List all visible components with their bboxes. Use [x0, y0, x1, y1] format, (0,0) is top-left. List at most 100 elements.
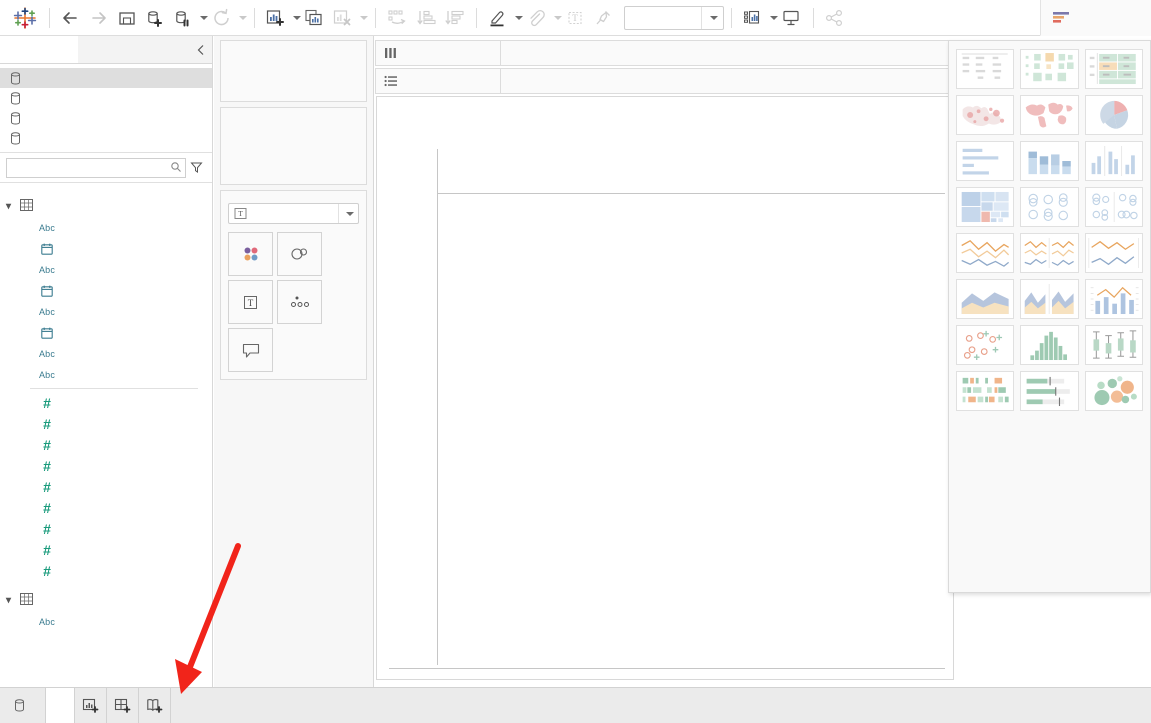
swap-rows-columns-button[interactable]	[383, 3, 413, 33]
pause-data-updates-caret-icon[interactable]	[200, 16, 208, 20]
show-me-stacked-bars[interactable]	[1020, 141, 1078, 181]
highlight-button[interactable]	[484, 3, 512, 33]
chevron-down-icon[interactable]: ▾	[6, 201, 20, 212]
field-l-returnflag[interactable]: Abc	[0, 301, 212, 322]
tab-sheet-1[interactable]	[46, 688, 75, 723]
field-l-commitdate[interactable]	[0, 238, 212, 259]
field-l-receiptdate[interactable]	[0, 280, 212, 301]
sort-descending-button[interactable]	[441, 3, 469, 33]
presentation-mode-button[interactable]	[778, 3, 806, 33]
show-me-gantt[interactable]	[956, 371, 1014, 411]
show-hide-cards-button[interactable]	[739, 3, 767, 33]
show-me-lines-discrete[interactable]	[1020, 233, 1078, 273]
tab-data-source[interactable]	[0, 688, 46, 723]
fit-selector-arrow[interactable]	[701, 7, 723, 29]
field-l-extendedprice[interactable]: #	[0, 413, 212, 434]
refresh-data-source-button[interactable]	[208, 3, 236, 33]
show-me-lines-continuous[interactable]	[956, 233, 1014, 273]
show-me-dual-combination[interactable]	[1085, 279, 1143, 319]
save-button[interactable]	[113, 3, 141, 33]
field-lineitem-count[interactable]: #	[0, 560, 212, 581]
attach-caret-icon[interactable]	[554, 16, 562, 20]
data-source-item[interactable]	[0, 88, 212, 108]
columns-shelf[interactable]	[375, 40, 955, 66]
worksheet-view[interactable]	[376, 96, 954, 680]
fixed-axis-button[interactable]	[590, 3, 618, 33]
cards-caret-icon[interactable]	[770, 16, 778, 20]
show-me-histogram[interactable]	[1020, 325, 1078, 365]
mark-type-dropdown[interactable]: T	[228, 203, 359, 224]
marks-size-button[interactable]	[277, 232, 322, 276]
pages-card[interactable]	[220, 40, 367, 102]
show-me-button[interactable]	[1040, 0, 1151, 36]
show-me-side-by-side-circles[interactable]	[1085, 187, 1143, 227]
field-l-quantity[interactable]: #	[0, 497, 212, 518]
data-source-item[interactable]	[0, 68, 212, 88]
columns-shelf-dropzone[interactable]	[501, 41, 954, 65]
marks-color-button[interactable]	[228, 232, 273, 276]
field-l-linenumber[interactable]: #	[0, 434, 212, 455]
field-l-shipdate[interactable]	[0, 322, 212, 343]
field-l-linestatus[interactable]: Abc	[0, 259, 212, 280]
show-me-packed-bubbles[interactable]	[1085, 371, 1143, 411]
new-dashboard-button[interactable]	[107, 688, 139, 723]
field-l-orderkey[interactable]: #	[0, 455, 212, 476]
show-me-bullet-graphs[interactable]	[1020, 371, 1078, 411]
field-l-tax[interactable]: #	[0, 539, 212, 560]
mark-type-arrow[interactable]	[338, 204, 358, 223]
chevron-down-icon[interactable]: ▾	[6, 595, 20, 606]
show-me-pie[interactable]	[1085, 95, 1143, 135]
show-me-horizontal-bars[interactable]	[956, 141, 1014, 181]
sort-ascending-button[interactable]	[413, 3, 441, 33]
field-o-comment[interactable]: Abc	[0, 632, 212, 635]
clear-sheet-button[interactable]	[329, 3, 357, 33]
forward-button[interactable]	[85, 3, 113, 33]
new-worksheet-button[interactable]	[262, 3, 290, 33]
collapse-pane-button[interactable]	[189, 36, 212, 63]
show-me-area-continuous[interactable]	[956, 279, 1014, 319]
marks-text-button[interactable]: T	[228, 280, 273, 324]
group-by-button[interactable]	[211, 158, 213, 178]
field-o-clerk[interactable]: Abc	[0, 611, 212, 632]
show-me-highlight-table[interactable]	[1085, 49, 1143, 89]
share-button[interactable]	[821, 3, 851, 33]
field-l-shipmode[interactable]: Abc	[0, 364, 212, 385]
show-me-treemap[interactable]	[956, 187, 1014, 227]
rows-shelf[interactable]	[375, 68, 955, 94]
tab-analytics[interactable]	[78, 36, 189, 63]
table-header-lineitem[interactable]: ▾	[0, 195, 212, 217]
field-l-discount[interactable]: #	[0, 392, 212, 413]
text-tooltip-button[interactable]: T	[562, 3, 590, 33]
attach-button[interactable]	[523, 3, 551, 33]
fit-selector[interactable]	[624, 6, 724, 30]
show-me-box-and-whisker[interactable]	[1085, 325, 1143, 365]
show-me-side-by-side-bars[interactable]	[1085, 141, 1143, 181]
field-l-partkey[interactable]: #	[0, 476, 212, 497]
show-me-heat-map[interactable]	[1020, 49, 1078, 89]
tableau-logo-icon[interactable]	[12, 5, 38, 31]
refresh-caret-icon[interactable]	[239, 16, 247, 20]
clear-sheet-caret-icon[interactable]	[360, 16, 368, 20]
back-button[interactable]	[57, 3, 85, 33]
rows-shelf-dropzone[interactable]	[501, 69, 954, 93]
show-me-symbol-map[interactable]	[956, 95, 1014, 135]
new-data-source-button[interactable]	[141, 3, 169, 33]
new-worksheet-button[interactable]	[75, 688, 107, 723]
show-me-filled-map[interactable]	[1020, 95, 1078, 135]
highlight-caret-icon[interactable]	[515, 16, 523, 20]
data-source-item[interactable]	[0, 128, 212, 148]
filters-card[interactable]	[220, 107, 367, 185]
data-source-item[interactable]	[0, 108, 212, 128]
field-l-suppkey[interactable]: #	[0, 518, 212, 539]
table-header-orders[interactable]: ▾	[0, 589, 212, 611]
search-input[interactable]	[6, 158, 186, 178]
show-me-dual-lines[interactable]	[1085, 233, 1143, 273]
tab-data[interactable]	[0, 36, 78, 63]
show-me-scatter[interactable]	[956, 325, 1014, 365]
show-me-text-table[interactable]	[956, 49, 1014, 89]
pause-data-updates-button[interactable]	[169, 3, 197, 33]
duplicate-sheet-button[interactable]	[301, 3, 329, 33]
marks-tooltip-button[interactable]	[228, 328, 273, 372]
show-me-circle-views[interactable]	[1020, 187, 1078, 227]
new-story-button[interactable]	[139, 688, 171, 723]
